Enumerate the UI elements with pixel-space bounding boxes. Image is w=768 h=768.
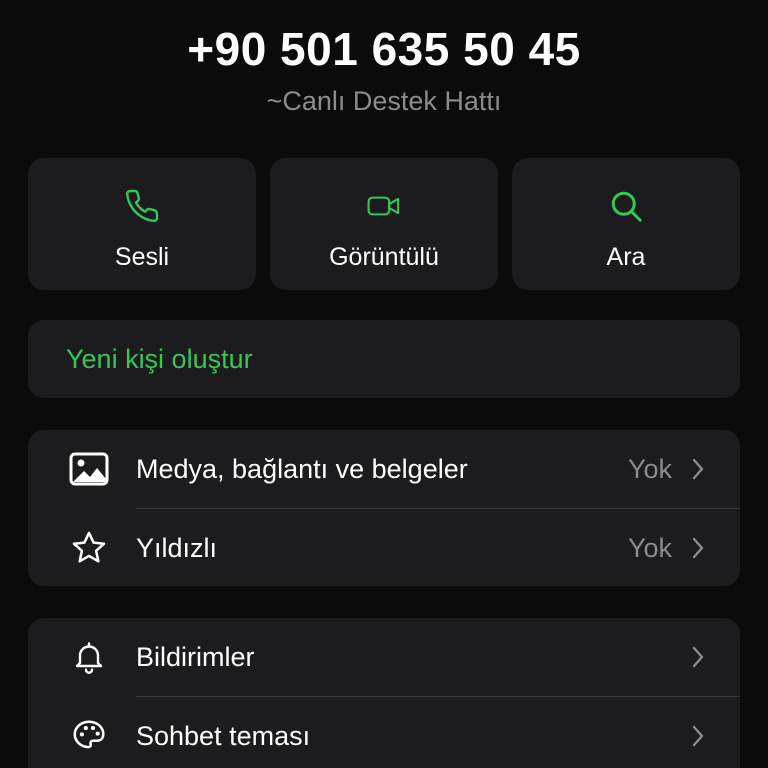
palette-icon <box>68 715 110 757</box>
notifications-row[interactable]: Bildirimler <box>28 618 740 696</box>
video-call-button[interactable]: Görüntülü <box>270 158 498 290</box>
contact-info-screen: +90 501 635 50 45 ~Canlı Destek Hattı Se… <box>0 0 768 768</box>
photo-icon <box>68 448 110 490</box>
voice-call-label: Sesli <box>114 243 170 271</box>
search-button[interactable]: Ara <box>512 158 740 290</box>
starred-messages-row[interactable]: Yıldızlı Yok <box>28 509 740 587</box>
media-links-docs-label: Medya, bağlantı ve belgeler <box>136 453 468 484</box>
contact-phone-number: +90 501 635 50 45 <box>187 23 581 75</box>
chevron-right-icon <box>690 645 706 669</box>
quick-actions: Sesli Görüntülü Ara <box>28 158 740 290</box>
video-call-label: Görüntülü <box>329 243 439 271</box>
search-label: Ara <box>606 243 646 271</box>
chat-theme-label: Sohbet teması <box>136 720 311 751</box>
media-starred-section: Medya, bağlantı ve belgeler Yok Yıldızlı… <box>28 430 740 586</box>
star-icon <box>68 527 110 569</box>
voice-call-button[interactable]: Sesli <box>28 158 256 290</box>
media-links-docs-row[interactable]: Medya, bağlantı ve belgeler Yok <box>28 430 740 508</box>
contact-display-name: ~Canlı Destek Hattı <box>266 86 502 116</box>
video-camera-icon <box>366 188 402 224</box>
chat-theme-row[interactable]: Sohbet teması <box>28 697 740 768</box>
bell-icon <box>68 636 110 678</box>
create-new-contact-button[interactable]: Yeni kişi oluştur <box>28 320 740 398</box>
chevron-right-icon <box>690 457 706 481</box>
chevron-right-icon <box>690 536 706 560</box>
notifications-label: Bildirimler <box>136 641 255 672</box>
search-icon <box>608 188 644 224</box>
media-count-value: Yok <box>627 453 672 484</box>
starred-label: Yıldızlı <box>136 532 218 563</box>
chevron-right-icon <box>690 724 706 748</box>
settings-section: Bildirimler Sohbet teması <box>28 618 740 768</box>
starred-count-value: Yok <box>627 532 672 563</box>
phone-icon <box>124 188 160 224</box>
